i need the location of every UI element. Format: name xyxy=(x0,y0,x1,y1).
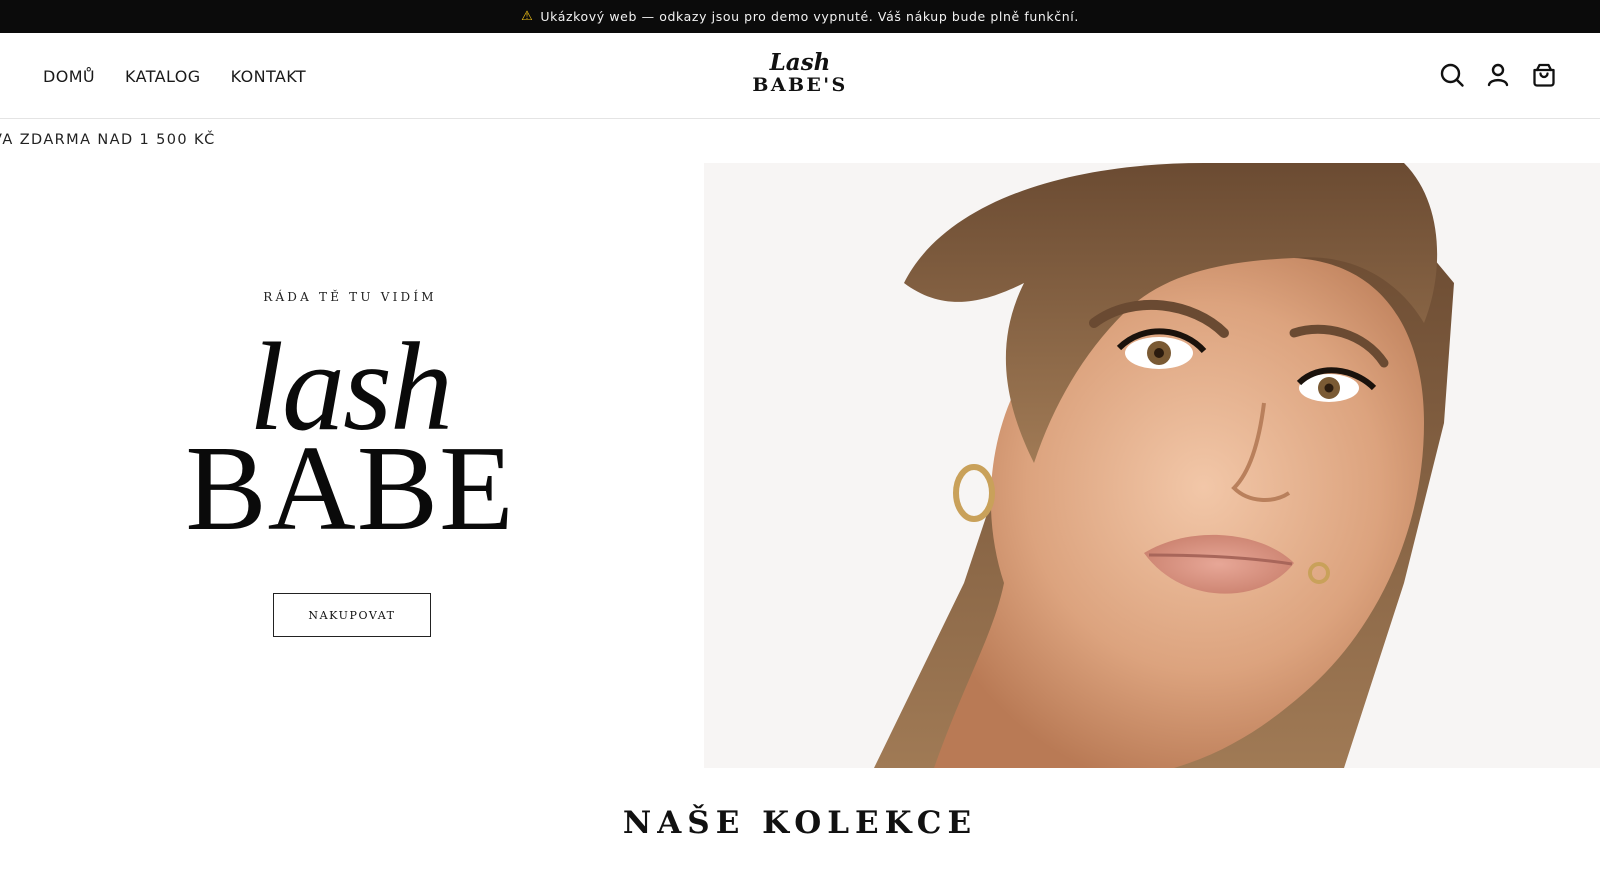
hero-eyebrow: RÁDA TĚ TU VIDÍM xyxy=(263,290,437,304)
header-icons xyxy=(1438,61,1558,89)
site-header: DOMŮ KATALOG KONTAKT Lash BABE'S xyxy=(0,33,1600,119)
logo-line-2: BABE'S xyxy=(752,74,848,96)
shop-now-button[interactable]: NAKUPOVAT xyxy=(273,593,431,637)
hero-image xyxy=(704,163,1600,768)
hero-title-line-2: BABE xyxy=(185,421,515,556)
nav-item-home[interactable]: DOMŮ xyxy=(43,67,95,86)
collections-title: NAŠE KOLEKCE xyxy=(622,805,978,841)
logo-line-1: Lash xyxy=(769,49,831,76)
announcement-bar: ⚠ Ukázkový web — odkazy jsou pro demo vy… xyxy=(0,0,1600,33)
main-nav: DOMŮ KATALOG KONTAKT xyxy=(43,33,336,119)
nav-item-contact[interactable]: KONTAKT xyxy=(231,67,306,86)
search-icon[interactable] xyxy=(1438,61,1466,89)
account-icon[interactable] xyxy=(1484,61,1512,89)
site-logo[interactable]: Lash BABE'S xyxy=(700,51,900,95)
announcement-text: Ukázkový web — odkazy jsou pro demo vypn… xyxy=(540,9,1079,24)
nav-item-catalog[interactable]: KATALOG xyxy=(125,67,201,86)
shipping-ticker: VA ZDARMA NAD 1 500 KČ xyxy=(0,132,216,148)
warning-icon: ⚠ xyxy=(521,9,534,24)
cart-icon[interactable] xyxy=(1530,61,1558,89)
hero-text-block: RÁDA TĚ TU VIDÍM lash BABE NAKUPOVAT xyxy=(0,160,700,768)
